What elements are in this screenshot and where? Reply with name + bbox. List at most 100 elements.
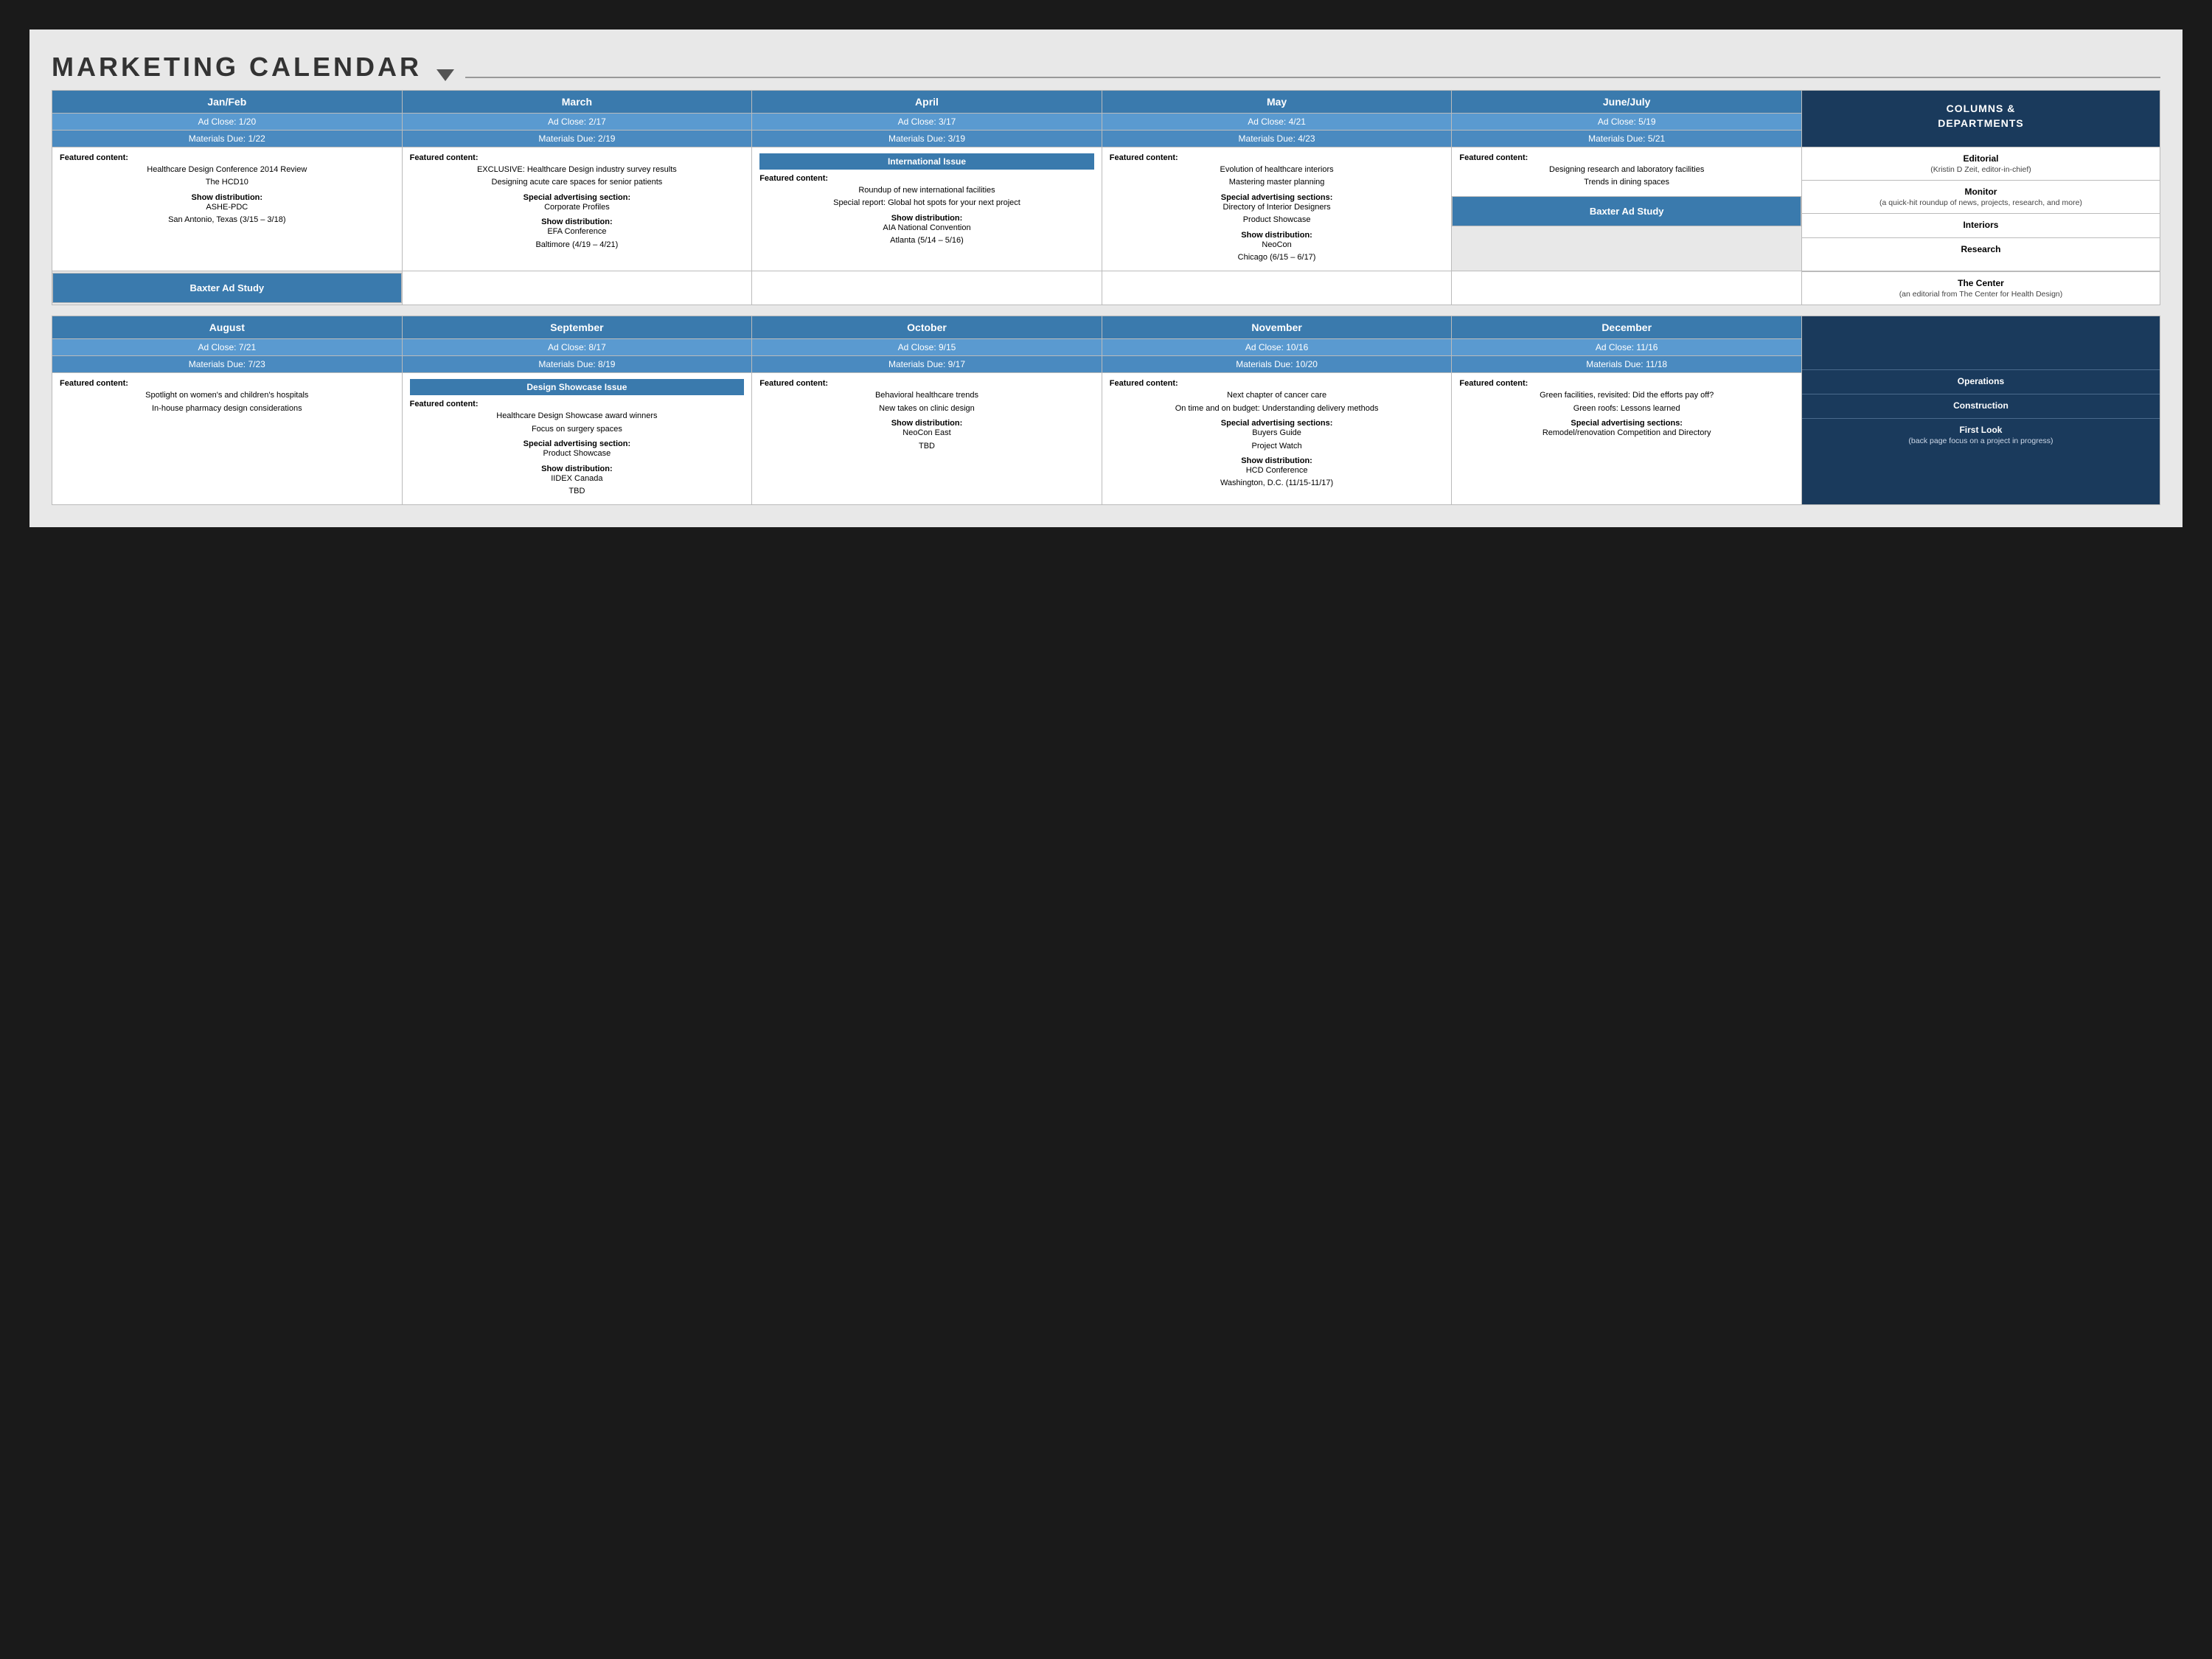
content-dec: Featured content: Green facilities, revi… [1452, 373, 1802, 505]
month-dec: December [1452, 316, 1802, 339]
show-label-apr: Show distribution: [759, 214, 1094, 223]
content-jan: Featured content: Healthcare Design Conf… [52, 147, 403, 271]
empty-jun-2 [1452, 271, 1802, 305]
month-march: March [402, 91, 752, 114]
month-may: May [1102, 91, 1452, 114]
month-nov: November [1102, 316, 1452, 339]
may-special-2: Product Showcase [1110, 215, 1444, 226]
featured-label-mar: Featured content: [410, 153, 745, 162]
featured-label-may: Featured content: [1110, 153, 1444, 162]
international-issue-badge: International Issue [759, 153, 1094, 170]
mar-show-1: EFA Conference [410, 226, 745, 237]
month-oct: October [752, 316, 1102, 339]
mat-due-apr: Materials Due: 3/19 [752, 131, 1102, 147]
dec-item-2: Green roofs: Lessons learned [1459, 403, 1794, 414]
month-aug: August [52, 316, 403, 339]
may-item-2: Mastering master planning [1110, 177, 1444, 188]
mar-show-2: Baltimore (4/19 – 4/21) [410, 240, 745, 251]
apr-show-1: AIA National Convention [759, 223, 1094, 234]
show-label-jan: Show distribution: [60, 193, 394, 202]
aug-item-1: Spotlight on women's and children's hosp… [60, 390, 394, 401]
content-june: Featured content: Designing research and… [1452, 147, 1802, 271]
ad-close-jun: Ad Close: 5/19 [1452, 114, 1802, 131]
sidebar-monitor-name: Monitor [1809, 187, 2152, 197]
sidebar-construction-name: Construction [1809, 400, 2152, 411]
ad-close-mar: Ad Close: 2/17 [402, 114, 752, 131]
section-gap [52, 310, 2160, 316]
special-label-dec: Special advertising sections: [1459, 419, 1794, 428]
sidebar-research-name: Research [1809, 244, 2152, 254]
may-item-1: Evolution of healthcare interiors [1110, 164, 1444, 175]
jan-show-2: San Antonio, Texas (3/15 – 3/18) [60, 215, 394, 226]
page: MARKETING CALENDAR Jan/Feb March April M… [29, 29, 2183, 527]
featured-label-sep: Featured content: [410, 400, 745, 408]
ad-close-jan: Ad Close: 1/20 [52, 114, 403, 131]
mat-due-sep: Materials Due: 8/19 [402, 356, 752, 373]
columns-departments-header: COLUMNS &DEPARTMENTS [1801, 91, 2160, 147]
baxter-jan-cell: Baxter Ad Study [52, 271, 403, 305]
sep-show-1: IIDEX Canada [410, 473, 745, 484]
content-sep: Design Showcase Issue Featured content: … [402, 373, 752, 505]
mat-due-aug: Materials Due: 7/23 [52, 356, 403, 373]
nov-item-2: On time and on budget: Understanding del… [1110, 403, 1444, 414]
month-june-july: June/July [1452, 91, 1802, 114]
nov-special-1: Buyers Guide [1110, 428, 1444, 439]
sidebar-first-look-name: First Look [1809, 425, 2152, 435]
sidebar-center-row: The Center (an editorial from The Center… [1801, 271, 2160, 305]
sidebar-content-top: Editorial (Kristin D Zeit, editor-in-chi… [1801, 147, 2160, 271]
ad-close-may: Ad Close: 4/21 [1102, 114, 1452, 131]
sidebar-center-name: The Center [1809, 278, 2152, 288]
empty-may-2 [1102, 271, 1452, 305]
dec-item-1: Green facilities, revisited: Did the eff… [1459, 390, 1794, 401]
design-showcase-badge: Design Showcase Issue [410, 379, 745, 395]
special-label-may: Special advertising sections: [1110, 193, 1444, 202]
dec-special-1: Remodel/renovation Competition and Direc… [1459, 428, 1794, 439]
bottom-half-table: August September October November Decemb… [52, 316, 2160, 505]
empty-apr-2 [752, 271, 1102, 305]
featured-label-jan: Featured content: [60, 153, 394, 162]
featured-label-jun: Featured content: [1459, 153, 1794, 162]
ad-close-sep: Ad Close: 8/17 [402, 339, 752, 356]
page-title: MARKETING CALENDAR [52, 52, 422, 83]
special-label-mar: Special advertising section: [410, 193, 745, 202]
mat-due-mar: Materials Due: 2/19 [402, 131, 752, 147]
baxter-jan: Baxter Ad Study [52, 273, 402, 303]
sep-special-1: Product Showcase [410, 448, 745, 459]
show-label-oct: Show distribution: [759, 419, 1094, 428]
nov-show-1: HCD Conference [1110, 465, 1444, 476]
sidebar-monitor-desc: (a quick-hit roundup of news, projects, … [1809, 198, 2152, 207]
show-label-nov: Show distribution: [1110, 456, 1444, 465]
content-row-top: Featured content: Healthcare Design Conf… [52, 147, 2160, 271]
baxter-row-jan: Baxter Ad Study The Center (an editorial… [52, 271, 2160, 305]
ad-close-aug: Ad Close: 7/21 [52, 339, 403, 356]
show-label-sep: Show distribution: [410, 465, 745, 473]
jan-item-1: Healthcare Design Conference 2014 Review [60, 164, 394, 175]
arrow-icon [437, 69, 454, 81]
may-special-1: Directory of Interior Designers [1110, 202, 1444, 213]
oct-show-1: NeoCon East [759, 428, 1094, 439]
show-label-may: Show distribution: [1110, 231, 1444, 240]
ad-close-apr: Ad Close: 3/17 [752, 114, 1102, 131]
nov-item-1: Next chapter of cancer care [1110, 390, 1444, 401]
content-nov: Featured content: Next chapter of cancer… [1102, 373, 1452, 505]
mar-item-2: Designing acute care spaces for senior p… [410, 177, 745, 188]
mat-due-nov: Materials Due: 10/20 [1102, 356, 1452, 373]
month-jan-feb: Jan/Feb [52, 91, 403, 114]
sidebar-editorial-name: Editorial [1809, 153, 2152, 164]
oct-item-2: New takes on clinic design [759, 403, 1094, 414]
jun-item-2: Trends in dining spaces [1459, 177, 1794, 188]
month-april: April [752, 91, 1102, 114]
content-oct: Featured content: Behavioral healthcare … [752, 373, 1102, 505]
mat-due-may: Materials Due: 4/23 [1102, 131, 1452, 147]
featured-label-dec: Featured content: [1459, 379, 1794, 388]
sidebar-editorial-desc: (Kristin D Zeit, editor-in-chief) [1809, 165, 2152, 174]
oct-item-1: Behavioral healthcare trends [759, 390, 1094, 401]
content-may: Featured content: Evolution of healthcar… [1102, 147, 1452, 271]
sidebar-first-look-desc: (back page focus on a project in progres… [1809, 437, 2152, 445]
mar-special-1: Corporate Profiles [410, 202, 745, 213]
mar-item-1: EXCLUSIVE: Healthcare Design industry su… [410, 164, 745, 175]
title-area: MARKETING CALENDAR [52, 52, 2160, 83]
featured-label-nov: Featured content: [1110, 379, 1444, 388]
may-show-1: NeoCon [1110, 240, 1444, 251]
jun-item-1: Designing research and laboratory facili… [1459, 164, 1794, 175]
